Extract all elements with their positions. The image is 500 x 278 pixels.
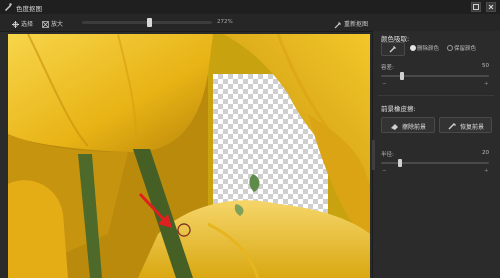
tolerance-max: + [484, 81, 489, 87]
tulip-image [8, 34, 370, 278]
zoom-tool-button[interactable]: 放大 [42, 19, 63, 28]
eyedropper-icon [389, 46, 396, 53]
radio-keep-label: 保留颜色 [454, 46, 477, 52]
reset-matting-button[interactable]: 重新抠图 [334, 19, 368, 29]
radius-label: 半径: [381, 152, 394, 158]
eyedropper-button[interactable] [381, 42, 405, 56]
restore-foreground-button[interactable]: 恢复前景 [439, 117, 492, 133]
radius-max: + [484, 168, 489, 174]
erase-foreground-label: 擦除前景 [402, 124, 427, 131]
radio-keep-color[interactable] [447, 45, 453, 51]
tolerance-slider[interactable] [381, 75, 489, 77]
zoom-value: 272% [217, 19, 233, 25]
select-tool-label: 选择 [21, 21, 34, 28]
radius-slider-handle[interactable] [398, 159, 402, 167]
image-canvas[interactable] [8, 34, 370, 278]
window-title: 色度抠图 [16, 5, 42, 13]
restore-foreground-label: 恢复前景 [460, 124, 485, 131]
radius-value: 20 [482, 150, 489, 156]
radio-remove-label: 删除颜色 [417, 46, 440, 52]
tolerance-min: − [382, 81, 387, 87]
zoom-slider-handle[interactable] [147, 18, 152, 27]
reset-matting-label: 重新抠图 [344, 21, 369, 28]
brush-icon [448, 123, 456, 130]
restore-button[interactable] [471, 2, 481, 12]
zoom-icon [42, 21, 49, 28]
toolbar [0, 14, 500, 32]
radio-remove-color[interactable] [410, 45, 416, 51]
title-bar [0, 0, 500, 15]
tolerance-label: 容差: [381, 65, 394, 71]
close-icon [488, 4, 494, 10]
close-button[interactable] [486, 2, 496, 12]
tolerance-slider-handle[interactable] [400, 72, 404, 80]
foreground-eraser-title: 前景橡皮擦: [381, 105, 416, 113]
zoom-tool-label: 放大 [51, 21, 64, 28]
radius-min: − [382, 168, 387, 174]
app-icon [4, 3, 12, 11]
select-icon [12, 21, 19, 28]
select-tool-button[interactable]: 选择 [12, 19, 33, 28]
eraser-icon [391, 124, 398, 130]
erase-foreground-button[interactable]: 擦除前景 [381, 117, 435, 133]
reset-icon [334, 21, 341, 28]
divider [378, 95, 494, 96]
tolerance-value: 50 [482, 63, 489, 69]
panel-scrollbar-thumb[interactable] [372, 140, 375, 170]
